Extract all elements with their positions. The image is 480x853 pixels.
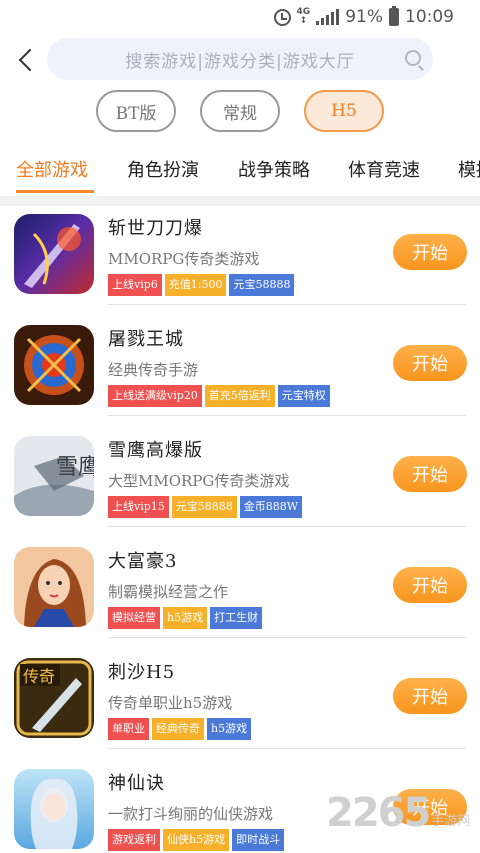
game-tags: 游戏返利 仙侠h5游戏 即时战斗 xyxy=(108,829,285,851)
icon-calligraphy: 雪鹰 xyxy=(56,455,94,480)
game-desc: 经典传奇手游 xyxy=(108,361,199,379)
version-normal-button[interactable]: 常规 xyxy=(200,90,280,132)
game-icon-zhanshi[interactable] xyxy=(14,214,94,294)
active-tab-indicator xyxy=(16,190,94,193)
game-name: 刺沙H5 xyxy=(108,662,176,683)
game-icon-tulu[interactable] xyxy=(14,325,94,405)
game-icon-shenxian[interactable] xyxy=(14,769,94,849)
game-tags: 上线送满级vip20 首充5倍返利 元宝特权 xyxy=(108,385,330,407)
row-divider xyxy=(108,304,466,305)
version-selector: BT版 常规 H5 xyxy=(96,90,384,132)
game-desc: 一款打斗绚丽的仙侠游戏 xyxy=(108,805,274,823)
game-name: 大富豪3 xyxy=(108,551,178,572)
watermark-sub: 手游网 xyxy=(431,813,471,829)
watermark: 2265 手游网 xyxy=(326,790,470,836)
game-tags: 上线vip6 充值1:500 元宝58888 xyxy=(108,274,295,296)
game-desc: 制霸模拟经营之作 xyxy=(108,583,229,601)
icon-title: 传奇 xyxy=(23,667,55,686)
row-divider xyxy=(108,415,466,416)
tag: 元宝特权 xyxy=(277,385,330,407)
battery-icon xyxy=(389,6,399,26)
tag: h5游戏 xyxy=(163,607,208,629)
start-button[interactable]: 开始 xyxy=(393,678,467,714)
game-row[interactable]: 大富豪3 制霸模拟经营之作 模拟经营 h5游戏 打工生财 开始 xyxy=(0,539,480,650)
game-icon-cisha[interactable]: 传奇 xyxy=(14,658,94,738)
game-tags: 上线vip15 元宝58888 金币888W xyxy=(108,496,303,518)
signal-icon xyxy=(316,9,340,25)
tag: 经典传奇 xyxy=(152,718,204,740)
search-placeholder: 搜索游戏|游戏分类|游戏大厅 xyxy=(125,51,355,72)
search-input[interactable]: 搜索游戏|游戏分类|游戏大厅 xyxy=(47,38,433,80)
row-divider xyxy=(108,637,466,638)
tag: 金币888W xyxy=(239,496,303,518)
tag: 首充5倍返利 xyxy=(204,385,275,407)
back-button[interactable] xyxy=(10,42,42,78)
tag: 上线vip15 xyxy=(108,496,169,518)
tab-role-playing[interactable]: 角色扮演 xyxy=(127,156,199,182)
game-row[interactable]: 斩世刀刀爆 MMORPG传奇类游戏 上线vip6 充值1:500 元宝58888… xyxy=(0,206,480,317)
start-button[interactable]: 开始 xyxy=(393,234,467,270)
tab-simulation[interactable]: 模拟 xyxy=(458,156,480,182)
tag: 即时战斗 xyxy=(232,829,285,851)
tag: 元宝58888 xyxy=(171,496,237,518)
tag: h5游戏 xyxy=(207,718,252,740)
start-button[interactable]: 开始 xyxy=(393,345,467,381)
game-name: 神仙诀 xyxy=(108,773,165,794)
game-tags: 模拟经营 h5游戏 打工生财 xyxy=(108,607,263,629)
game-row[interactable]: 雪鹰 雪鹰高爆版 大型MMORPG传奇类游戏 上线vip15 元宝58888 金… xyxy=(0,428,480,539)
game-icon-xueying[interactable]: 雪鹰 xyxy=(14,436,94,516)
tag: 单职业 xyxy=(108,718,149,740)
game-icon-dafuhao[interactable] xyxy=(14,547,94,627)
search-icon[interactable] xyxy=(405,50,421,66)
tag: 模拟经营 xyxy=(108,607,160,629)
game-desc: 传奇单职业h5游戏 xyxy=(108,694,233,712)
header: 搜索游戏|游戏分类|游戏大厅 xyxy=(0,36,480,84)
chevron-left-icon xyxy=(18,48,42,72)
game-desc: MMORPG传奇类游戏 xyxy=(108,250,260,268)
tag: 充值1:500 xyxy=(164,274,227,296)
tag: 游戏返利 xyxy=(108,829,160,851)
game-list: 斩世刀刀爆 MMORPG传奇类游戏 上线vip6 充值1:500 元宝58888… xyxy=(0,206,480,853)
tag: 上线vip6 xyxy=(108,274,162,296)
category-tabs: 全部游戏 角色扮演 战争策略 体育竞速 模拟 xyxy=(0,148,480,194)
alarm-icon xyxy=(273,8,291,26)
status-bar: 4G ↕ 91% 10:09 xyxy=(0,0,480,34)
network-indicator: 4G ↕ xyxy=(296,7,311,26)
version-h5-button[interactable]: H5 xyxy=(304,90,384,132)
tag: 仙侠h5游戏 xyxy=(163,829,230,851)
status-time: 10:09 xyxy=(405,7,454,27)
game-name: 雪鹰高爆版 xyxy=(108,440,203,461)
tab-sports-racing[interactable]: 体育竞速 xyxy=(348,156,420,182)
row-divider xyxy=(108,526,466,527)
game-tags: 单职业 经典传奇 h5游戏 xyxy=(108,718,252,740)
game-row[interactable]: 屠戮王城 经典传奇手游 上线送满级vip20 首充5倍返利 元宝特权 开始 xyxy=(0,317,480,428)
tab-war-strategy[interactable]: 战争策略 xyxy=(238,156,310,182)
start-button[interactable]: 开始 xyxy=(393,456,467,492)
tag: 元宝58888 xyxy=(229,274,295,296)
tag: 上线送满级vip20 xyxy=(108,385,202,407)
game-row[interactable]: 传奇 刺沙H5 传奇单职业h5游戏 单职业 经典传奇 h5游戏 开始 xyxy=(0,650,480,761)
row-divider xyxy=(108,748,466,749)
tag: 打工生财 xyxy=(210,607,263,629)
tab-all-games[interactable]: 全部游戏 xyxy=(16,156,88,182)
version-bt-button[interactable]: BT版 xyxy=(96,90,176,132)
game-name: 屠戮王城 xyxy=(108,329,184,350)
tabs-divider xyxy=(0,196,480,206)
start-button[interactable]: 开始 xyxy=(393,567,467,603)
game-name: 斩世刀刀爆 xyxy=(108,218,203,239)
battery-percent: 91% xyxy=(345,7,383,27)
game-desc: 大型MMORPG传奇类游戏 xyxy=(108,472,290,490)
watermark-number: 2265 xyxy=(326,790,431,836)
